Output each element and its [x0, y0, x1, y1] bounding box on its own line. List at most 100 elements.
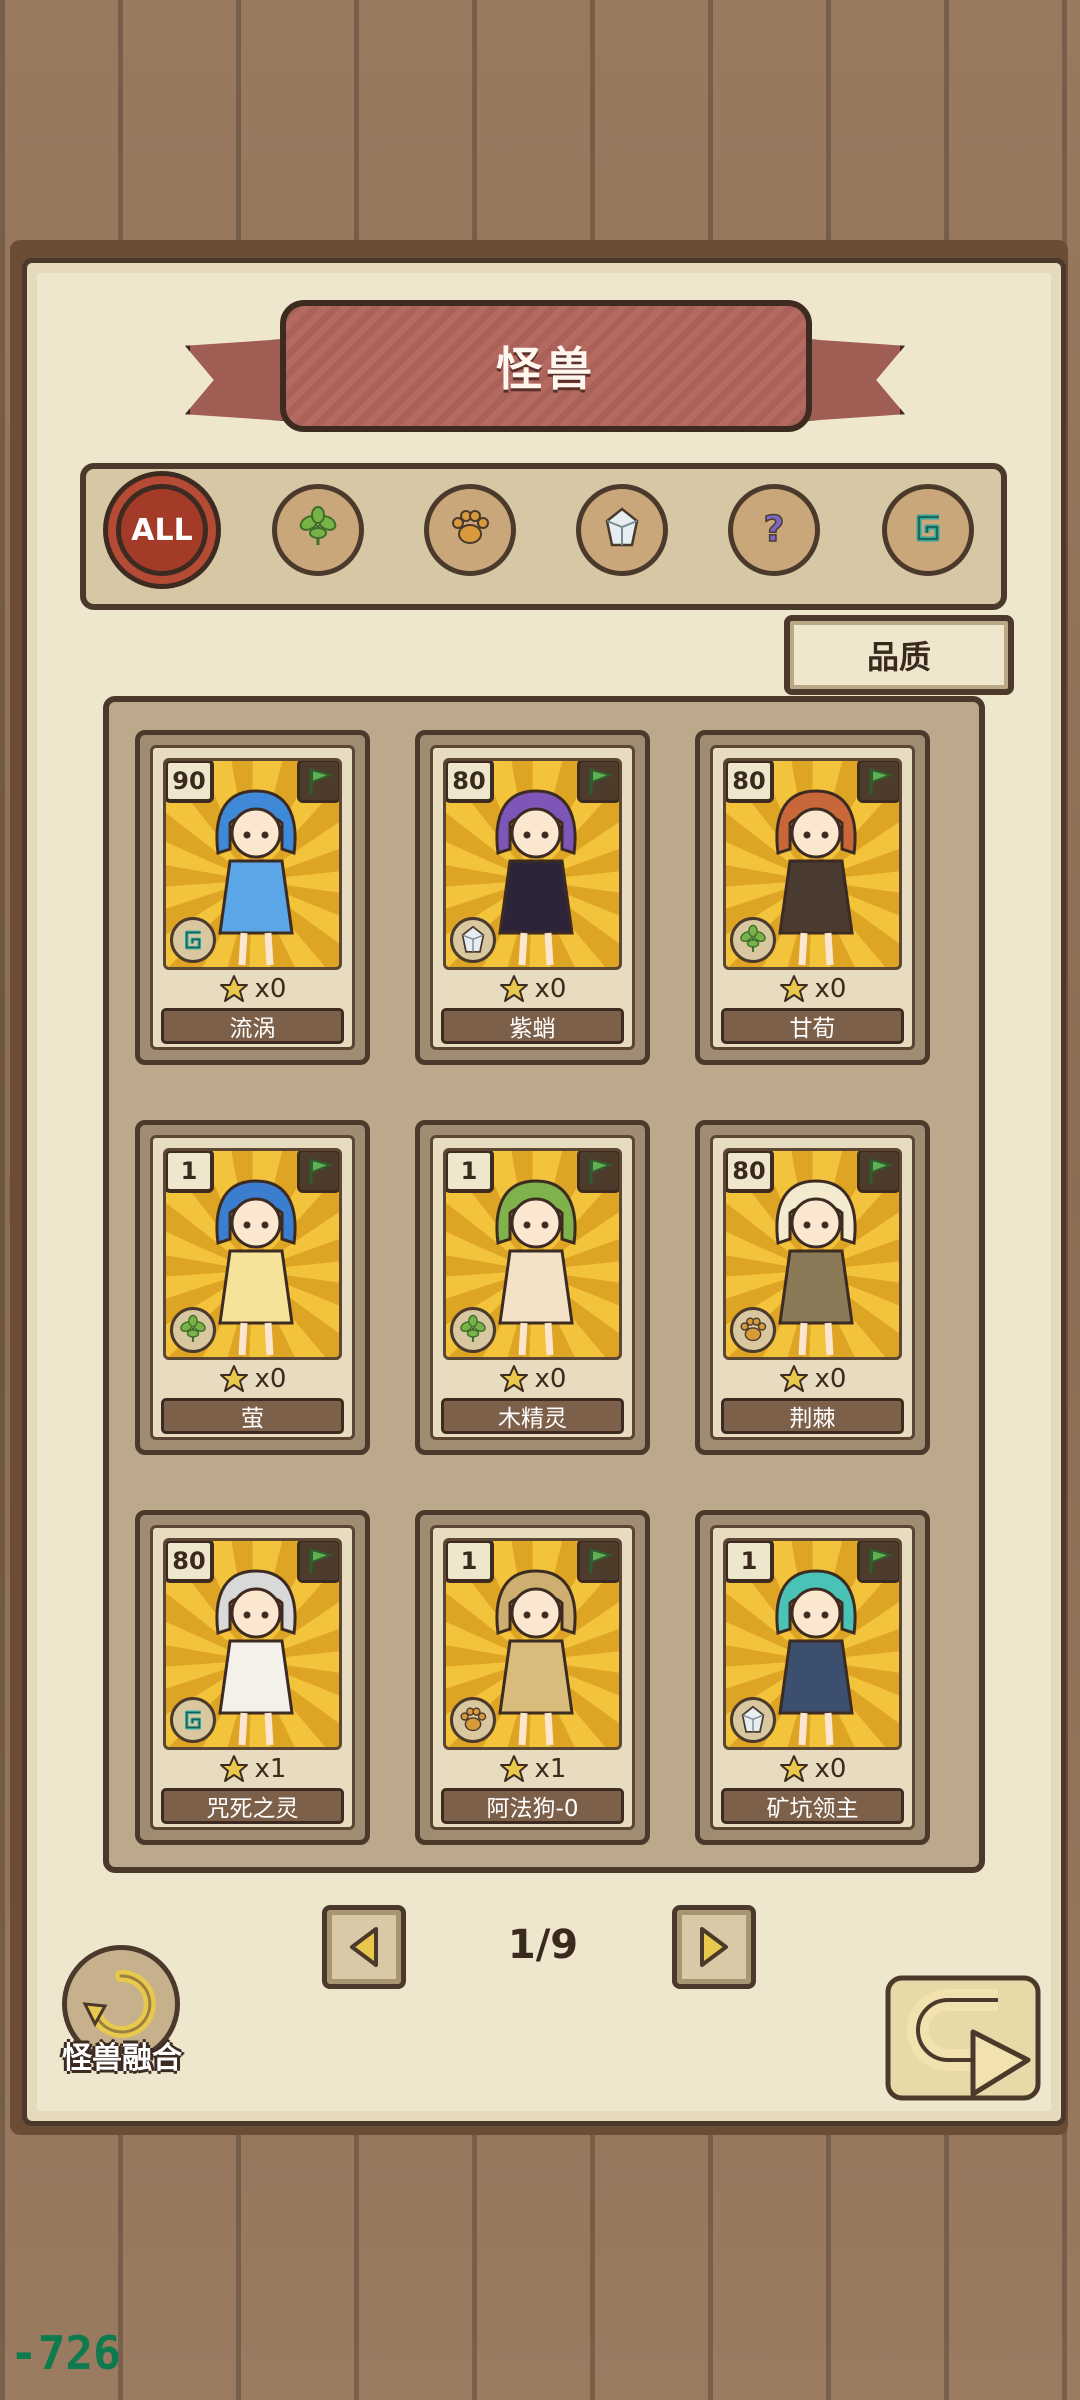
- monster-name: 流涡: [161, 1008, 344, 1044]
- card-portrait: 80: [723, 758, 902, 970]
- card-frame: 1 x1 阿法狗-0: [430, 1525, 635, 1830]
- filter-all[interactable]: ALL: [116, 484, 208, 576]
- flag-icon: [857, 1541, 899, 1583]
- flag-icon: [577, 1151, 619, 1193]
- monster-card[interactable]: 1 x0 萤: [135, 1120, 370, 1455]
- crystal-icon: [450, 917, 496, 963]
- card-count: x0: [814, 974, 847, 1004]
- card-count: x0: [254, 1364, 287, 1394]
- flag-icon: [297, 761, 339, 803]
- star-count: x0: [433, 970, 632, 1008]
- card-portrait: 1: [443, 1148, 622, 1360]
- leaf-icon: [170, 1307, 216, 1353]
- monster-portrait: [215, 1179, 297, 1356]
- card-frame: 1 x0 矿坑领主: [710, 1525, 915, 1830]
- flag-icon: [857, 1151, 899, 1193]
- card-count: x0: [534, 974, 567, 1004]
- star-icon: [219, 975, 248, 1002]
- monster-name: 木精灵: [441, 1398, 624, 1434]
- card-frame: 90 x0 流涡: [150, 745, 355, 1050]
- monster-card[interactable]: 80 x0 甘荀: [695, 730, 930, 1065]
- monster-portrait: [775, 1179, 857, 1356]
- star-count: x0: [153, 970, 352, 1008]
- filter-leaf[interactable]: [272, 484, 364, 576]
- debug-readout: -726: [10, 2326, 121, 2380]
- flag-icon: [577, 1541, 619, 1583]
- star-icon: [499, 1365, 528, 1392]
- monster-card[interactable]: 1 x0 木精灵: [415, 1120, 650, 1455]
- filter-bar: [80, 463, 1007, 610]
- filter-crystal[interactable]: [576, 484, 668, 576]
- level-badge: 1: [726, 1541, 774, 1583]
- page-title: 怪兽: [496, 342, 596, 396]
- monster-portrait: [215, 1569, 297, 1746]
- star-count: x0: [433, 1360, 632, 1398]
- card-portrait: 80: [443, 758, 622, 970]
- monster-name: 矿坑领主: [721, 1788, 904, 1824]
- card-count: x0: [814, 1364, 847, 1394]
- star-count: x1: [153, 1750, 352, 1788]
- paw-icon: [447, 505, 493, 555]
- title-banner: 怪兽: [280, 300, 812, 432]
- monster-portrait: [775, 789, 857, 966]
- return-arrow-icon: [885, 1975, 1041, 2101]
- crystal-icon: [599, 505, 645, 555]
- level-badge: 80: [446, 761, 494, 803]
- arrow-left-icon: [350, 1927, 378, 1967]
- star-count: x0: [713, 1750, 912, 1788]
- level-badge: 1: [166, 1151, 214, 1193]
- monster-portrait: [495, 789, 577, 966]
- monster-card[interactable]: 1 x0 矿坑领主: [695, 1510, 930, 1845]
- monster-portrait: [215, 789, 297, 966]
- arrow-right-icon: [700, 1927, 728, 1967]
- star-icon: [499, 975, 528, 1002]
- paw-icon: [450, 1697, 496, 1743]
- flag-icon: [297, 1151, 339, 1193]
- level-badge: 1: [446, 1151, 494, 1193]
- monster-card[interactable]: 80 x0 紫蛸: [415, 730, 650, 1065]
- star-icon: [779, 1365, 808, 1392]
- card-count: x0: [814, 1754, 847, 1784]
- star-count: x1: [433, 1750, 632, 1788]
- card-count: x1: [534, 1754, 567, 1784]
- monster-card[interactable]: 80 x0 荆棘: [695, 1120, 930, 1455]
- card-portrait: 90: [163, 758, 342, 970]
- star-icon: [219, 1365, 248, 1392]
- monster-name: 萤: [161, 1398, 344, 1434]
- level-badge: 90: [166, 761, 214, 803]
- level-badge: 80: [726, 761, 774, 803]
- monster-card[interactable]: 90 x0 流涡: [135, 730, 370, 1065]
- level-badge: 80: [726, 1151, 774, 1193]
- filter-label: ALL: [131, 512, 193, 548]
- fusion-label: 怪兽融合: [62, 2041, 182, 2076]
- level-badge: 1: [446, 1541, 494, 1583]
- filter-paw[interactable]: [424, 484, 516, 576]
- card-portrait: 80: [723, 1148, 902, 1360]
- spiral-icon: [905, 505, 951, 555]
- monster-card[interactable]: 1 x1 阿法狗-0: [415, 1510, 650, 1845]
- next-page-button[interactable]: [672, 1905, 756, 1989]
- filter-spiral[interactable]: [882, 484, 974, 576]
- prev-page-button[interactable]: [322, 1905, 406, 1989]
- card-portrait: 1: [443, 1538, 622, 1750]
- star-icon: [779, 975, 808, 1002]
- star-icon: [499, 1755, 528, 1782]
- monster-portrait: [495, 1569, 577, 1746]
- back-button[interactable]: [878, 1970, 1048, 2120]
- flag-icon: [857, 761, 899, 803]
- monster-card[interactable]: 80 x1 咒死之灵: [135, 1510, 370, 1845]
- filter-question[interactable]: ?: [728, 484, 820, 576]
- monster-name: 荆棘: [721, 1398, 904, 1434]
- monster-fusion-button[interactable]: 怪兽融合: [52, 1945, 192, 2080]
- card-frame: 80 x0 甘荀: [710, 745, 915, 1050]
- star-count: x0: [153, 1360, 352, 1398]
- quality-sort-button[interactable]: 品质: [784, 615, 1014, 695]
- card-frame: 80 x0 荆棘: [710, 1135, 915, 1440]
- star-count: x0: [713, 1360, 912, 1398]
- card-count: x0: [534, 1364, 567, 1394]
- crystal-icon: [730, 1697, 776, 1743]
- card-count: x1: [254, 1754, 287, 1784]
- monster-name: 咒死之灵: [161, 1788, 344, 1824]
- card-portrait: 80: [163, 1538, 342, 1750]
- card-count: x0: [254, 974, 287, 1004]
